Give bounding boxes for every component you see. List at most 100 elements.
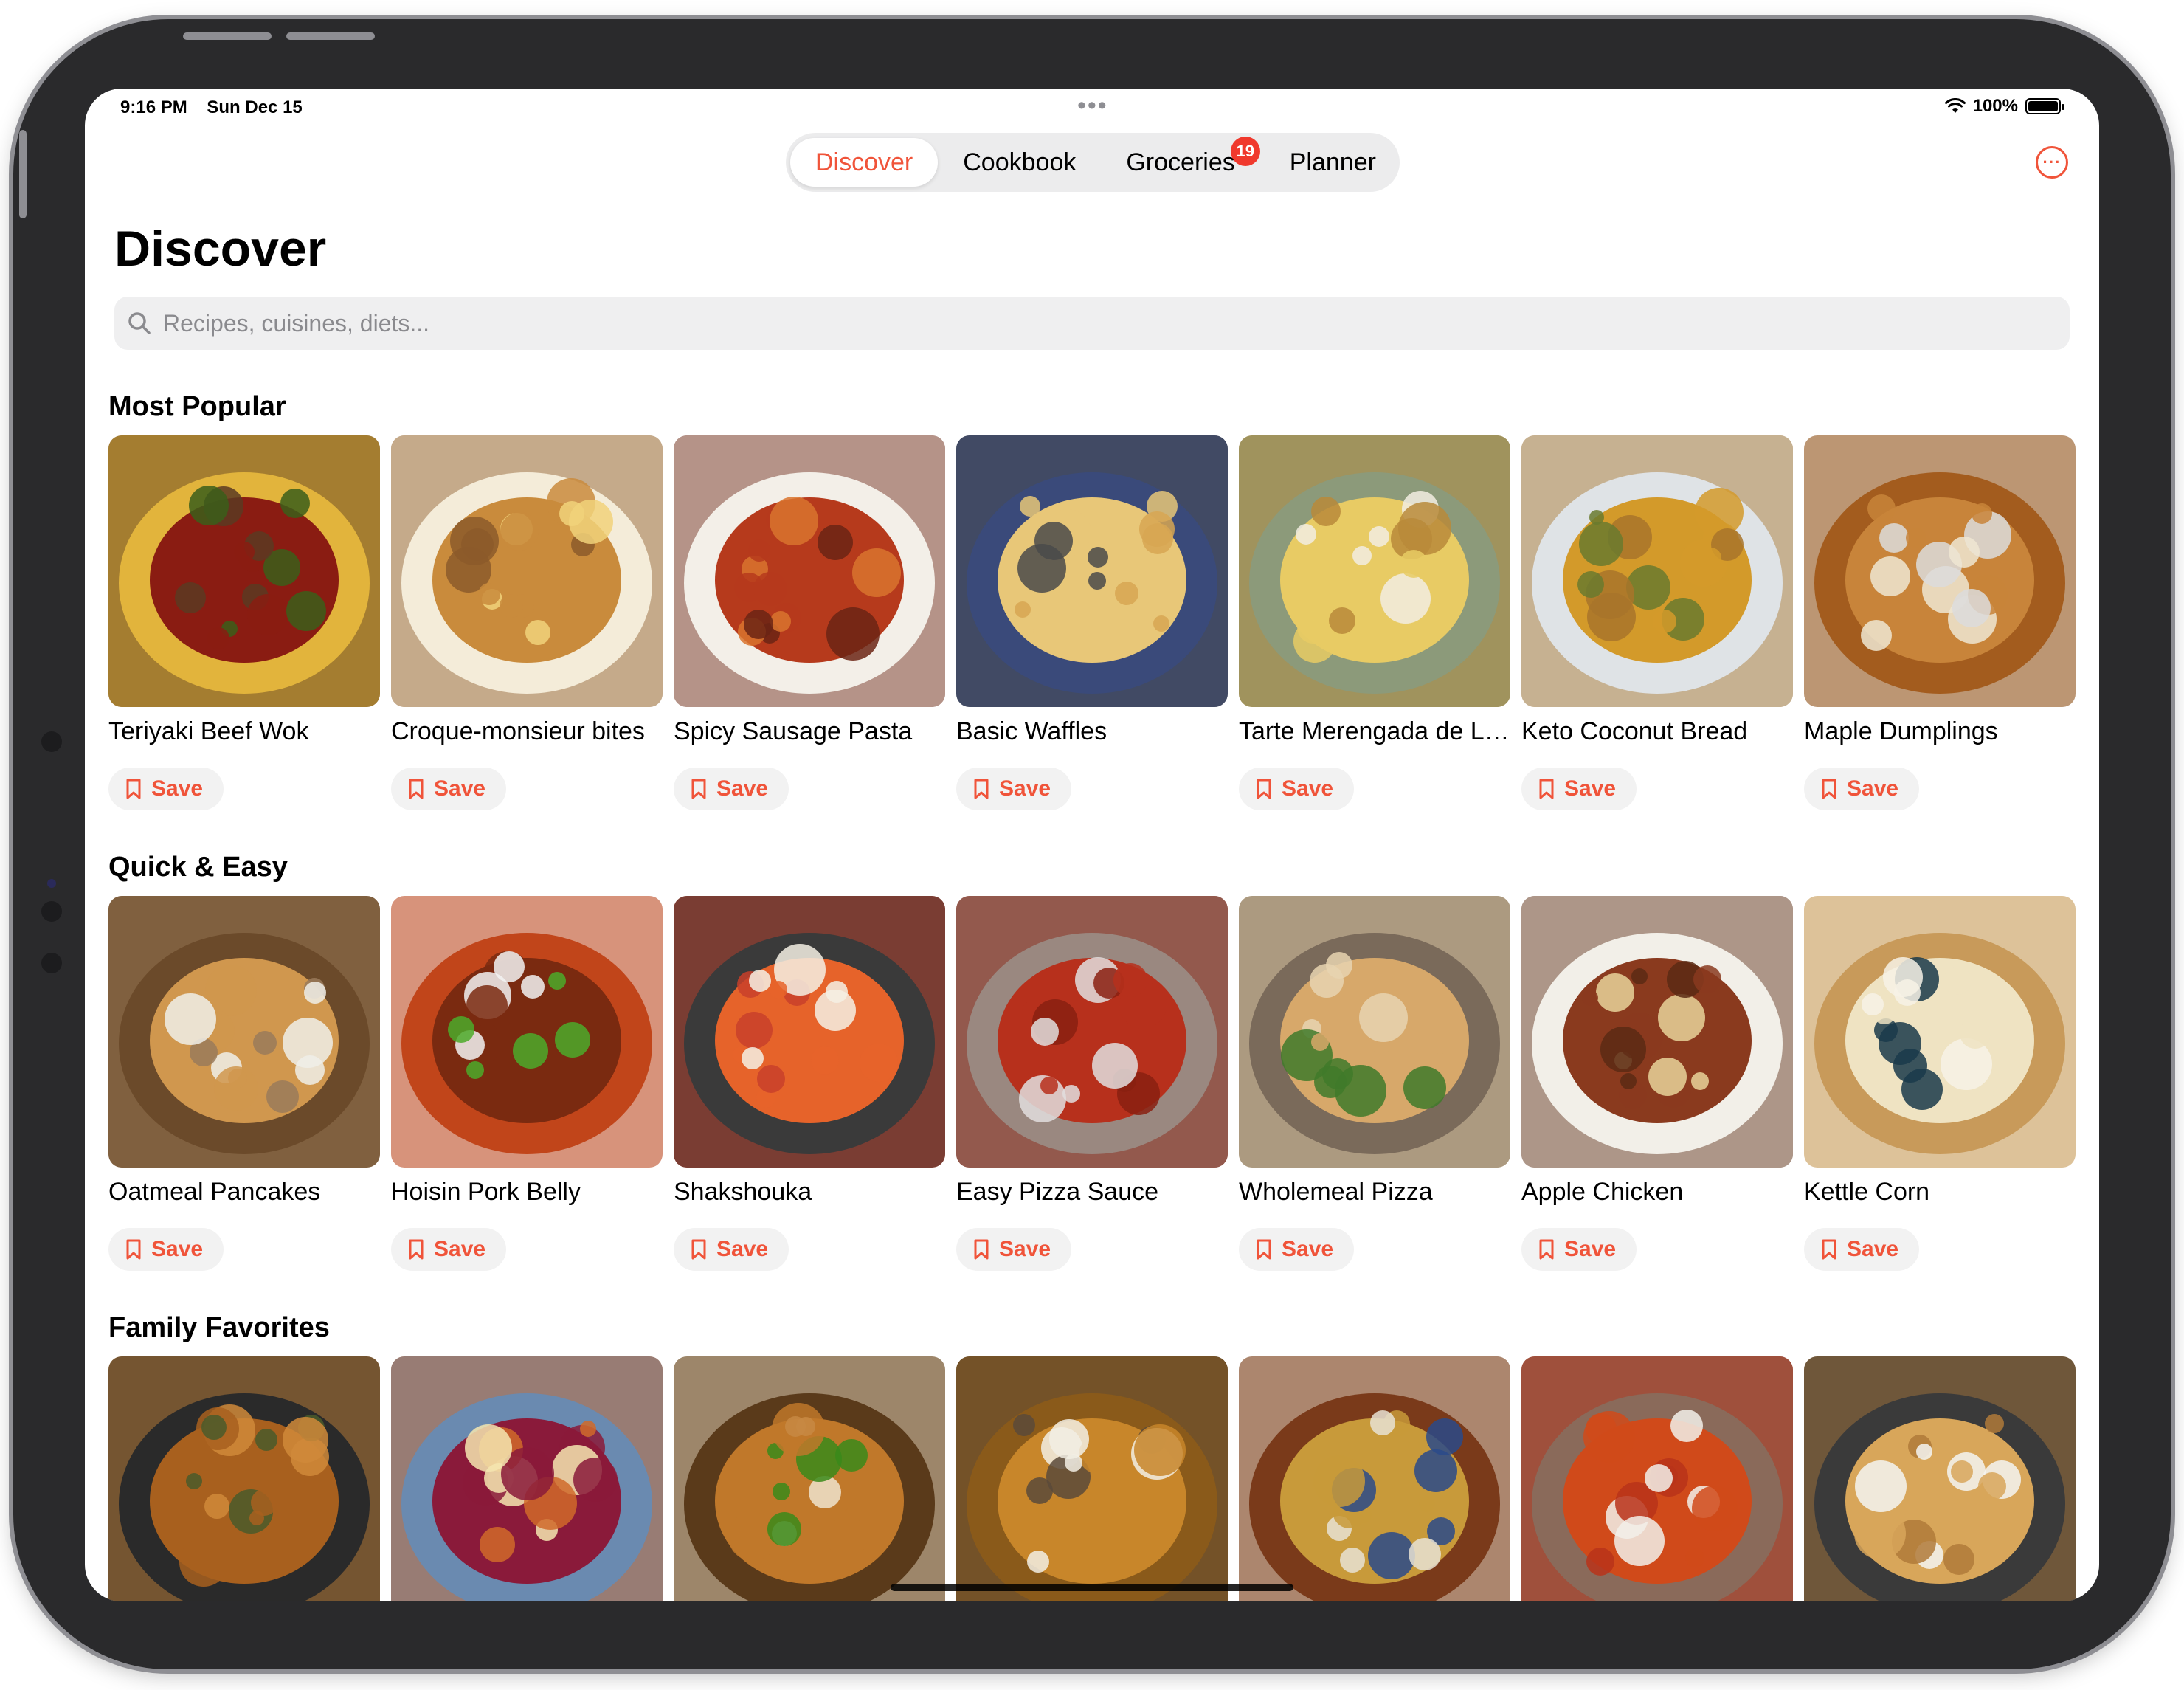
recipe-card[interactable]: Keto Coconut Bread Save xyxy=(1521,435,1793,819)
search-input[interactable] xyxy=(162,308,2009,338)
recipe-card[interactable]: Maple Dumplings Save xyxy=(1804,435,2076,819)
recipe-name: Hoisin Pork Belly xyxy=(391,1178,581,1206)
recipe-image[interactable] xyxy=(1521,896,1793,1168)
recipe-image[interactable] xyxy=(674,896,945,1168)
recipe-card[interactable]: Spicy Sausage Pasta Save xyxy=(674,435,945,819)
recipe-image[interactable] xyxy=(1239,435,1510,707)
ellipsis-circle-icon[interactable]: ··· xyxy=(2036,146,2068,179)
recipe-card[interactable]: Tarte Merengada de Limón Save xyxy=(1239,435,1510,819)
recipe-photo xyxy=(108,896,380,1168)
recipe-image[interactable] xyxy=(674,435,945,707)
save-button[interactable]: Save xyxy=(108,768,224,810)
recipe-card[interactable]: Wholemeal Pizza Save xyxy=(1239,896,1510,1280)
save-label: Save xyxy=(1564,1237,1617,1261)
recipe-photo xyxy=(108,435,380,707)
save-button[interactable]: Save xyxy=(956,1228,1071,1271)
recipe-card[interactable]: Hoisin Pork Belly Save xyxy=(391,896,663,1280)
recipe-name: Wholemeal Pizza xyxy=(1239,1178,1433,1206)
save-button[interactable]: Save xyxy=(1521,768,1637,810)
recipe-card[interactable]: Shakshouka Save xyxy=(674,896,945,1280)
tab-planner[interactable]: Planner xyxy=(1265,138,1401,187)
section-title: Quick & Easy xyxy=(108,852,288,883)
bookmark-icon xyxy=(409,779,424,799)
recipe-image[interactable] xyxy=(1521,1356,1793,1601)
recipe-carousel[interactable]: Teriyaki Beef Wok Save Croque-monsieur bi… xyxy=(108,435,2099,819)
recipe-image[interactable] xyxy=(1521,435,1793,707)
recipe-card[interactable]: Basic Waffles Save xyxy=(956,435,1228,819)
recipe-image[interactable] xyxy=(1804,896,2076,1168)
recipe-photo xyxy=(391,896,663,1168)
recipe-card[interactable]: Kettle Corn Save xyxy=(1804,896,2076,1280)
battery-percent: 100% xyxy=(1972,96,2018,116)
camera-dot xyxy=(41,901,62,922)
recipe-image[interactable] xyxy=(391,435,663,707)
recipe-card[interactable] xyxy=(1521,1356,1793,1601)
recipe-card[interactable]: Apple Chicken Save xyxy=(1521,896,1793,1280)
recipe-card[interactable] xyxy=(956,1356,1228,1601)
search-bar[interactable] xyxy=(114,297,2070,350)
recipe-card[interactable] xyxy=(1239,1356,1510,1601)
recipe-photo xyxy=(674,435,945,707)
screen: 9:16 PM Sun Dec 15 ••• 100% Discover Cook… xyxy=(85,89,2099,1601)
recipe-image[interactable] xyxy=(391,1356,663,1601)
magnifying-glass-icon xyxy=(128,312,151,334)
recipe-image[interactable] xyxy=(956,896,1228,1168)
time-text: 9:16 PM xyxy=(120,97,187,117)
save-button[interactable]: Save xyxy=(108,1228,224,1271)
save-button[interactable]: Save xyxy=(1239,768,1354,810)
recipe-card[interactable] xyxy=(108,1356,380,1601)
save-button[interactable]: Save xyxy=(1521,1228,1637,1271)
save-label: Save xyxy=(1847,776,1899,801)
save-button[interactable]: Save xyxy=(1804,1228,1919,1271)
save-button[interactable]: Save xyxy=(956,768,1071,810)
recipe-name: Apple Chicken xyxy=(1521,1178,1684,1206)
recipe-image[interactable] xyxy=(674,1356,945,1601)
recipe-name: Maple Dumplings xyxy=(1804,717,1998,745)
recipe-name: Kettle Corn xyxy=(1804,1178,1930,1206)
recipe-card[interactable] xyxy=(1804,1356,2076,1601)
recipe-image[interactable] xyxy=(108,1356,380,1601)
recipe-image[interactable] xyxy=(1239,1356,1510,1601)
recipe-card[interactable]: Teriyaki Beef Wok Save xyxy=(108,435,380,819)
recipe-image[interactable] xyxy=(108,435,380,707)
volume-button xyxy=(286,32,375,40)
bookmark-icon xyxy=(974,779,989,799)
tab-label: Planner xyxy=(1289,148,1376,176)
recipe-card[interactable] xyxy=(391,1356,663,1601)
tab-label: Groceries xyxy=(1126,148,1235,176)
recipe-card[interactable] xyxy=(674,1356,945,1601)
recipe-card[interactable]: Oatmeal Pancakes Save xyxy=(108,896,380,1280)
recipe-image[interactable] xyxy=(1804,1356,2076,1601)
recipe-image[interactable] xyxy=(108,896,380,1168)
recipe-image[interactable] xyxy=(956,1356,1228,1601)
tab-label: Discover xyxy=(815,148,913,176)
save-button[interactable]: Save xyxy=(391,768,506,810)
recipe-image[interactable] xyxy=(1804,435,2076,707)
recipe-photo xyxy=(108,1356,380,1601)
recipe-carousel[interactable] xyxy=(108,1356,2099,1601)
tab-groceries[interactable]: Groceries 19 xyxy=(1101,137,1264,187)
save-button[interactable]: Save xyxy=(391,1228,506,1271)
recipe-photo xyxy=(391,435,663,707)
status-bar: 9:16 PM Sun Dec 15 ••• 100% xyxy=(85,89,2099,125)
groceries-count-badge: 19 xyxy=(1230,137,1260,166)
recipe-card[interactable]: Croque-monsieur bites Save xyxy=(391,435,663,819)
bookmark-icon xyxy=(691,779,706,799)
recipe-photo xyxy=(1804,896,2076,1168)
save-button[interactable]: Save xyxy=(674,768,789,810)
multitasking-dots-icon[interactable]: ••• xyxy=(1077,92,1108,120)
bookmark-icon xyxy=(1257,1239,1271,1260)
tab-cookbook[interactable]: Cookbook xyxy=(938,138,1101,187)
save-button[interactable]: Save xyxy=(1239,1228,1354,1271)
save-button[interactable]: Save xyxy=(1804,768,1919,810)
recipe-carousel[interactable]: Oatmeal Pancakes Save Hoisin Pork Belly Sa… xyxy=(108,896,2099,1280)
recipe-image[interactable] xyxy=(956,435,1228,707)
status-time: 9:16 PM Sun Dec 15 xyxy=(120,97,303,118)
save-button[interactable]: Save xyxy=(674,1228,789,1271)
tab-discover[interactable]: Discover xyxy=(790,138,939,187)
recipe-image[interactable] xyxy=(391,896,663,1168)
recipe-photo xyxy=(956,896,1228,1168)
recipe-card[interactable]: Easy Pizza Sauce Save xyxy=(956,896,1228,1280)
home-indicator[interactable] xyxy=(891,1584,1293,1591)
recipe-image[interactable] xyxy=(1239,896,1510,1168)
